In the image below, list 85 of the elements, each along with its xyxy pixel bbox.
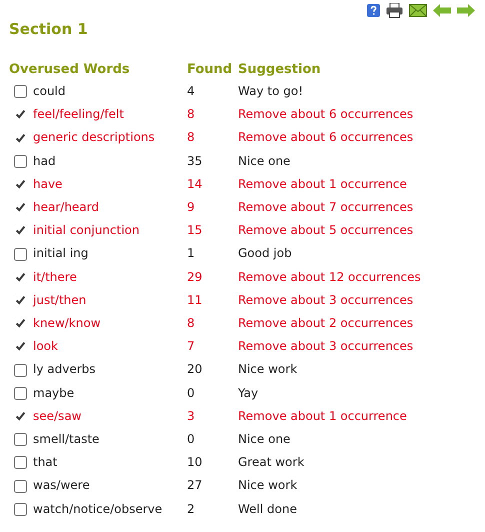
suggestion-text: Remove about 1 occurrence bbox=[238, 408, 408, 425]
checkbox[interactable] bbox=[14, 201, 27, 214]
suggestion-text: Remove about 3 occurrences bbox=[238, 292, 414, 309]
checkbox[interactable] bbox=[14, 108, 27, 122]
word-label: feel/feeling/felt bbox=[33, 106, 124, 124]
found-count: 1 bbox=[187, 245, 196, 262]
checkbox[interactable] bbox=[14, 178, 27, 191]
word-label: initial ing bbox=[33, 245, 88, 262]
checkbox[interactable] bbox=[14, 132, 27, 144]
checkbox[interactable] bbox=[14, 85, 27, 98]
word-label: initial conjunction bbox=[33, 222, 140, 240]
word-label: maybe bbox=[33, 384, 74, 402]
back-arrow-icon[interactable] bbox=[433, 4, 451, 17]
checkbox[interactable] bbox=[14, 456, 27, 470]
found-count: 20 bbox=[187, 361, 204, 378]
found-count: 2 bbox=[187, 500, 196, 518]
found-count: 4 bbox=[187, 83, 196, 100]
suggestion-text: Remove about 12 occurrences bbox=[238, 268, 422, 286]
found-count: 8 bbox=[187, 129, 196, 146]
suggestion-text: Remove about 6 occurrences bbox=[238, 106, 414, 124]
found-count: 27 bbox=[187, 477, 204, 494]
checkbox[interactable] bbox=[14, 294, 27, 307]
checkbox[interactable] bbox=[14, 433, 27, 446]
found-count: 35 bbox=[187, 152, 204, 170]
word-label: watch/notice/observe bbox=[33, 500, 162, 518]
suggestion-text: Remove about 2 occurrences bbox=[238, 315, 414, 332]
found-count: 8 bbox=[187, 315, 196, 332]
word-label: could bbox=[33, 83, 66, 100]
word-label: ly adverbs bbox=[33, 361, 96, 378]
found-count: 11 bbox=[187, 292, 204, 309]
found-count: 15 bbox=[187, 222, 204, 240]
checkbox[interactable] bbox=[14, 410, 27, 423]
forward-arrow-icon[interactable] bbox=[457, 4, 475, 17]
checkbox[interactable] bbox=[14, 386, 27, 400]
word-label: look bbox=[33, 338, 58, 356]
checkbox[interactable] bbox=[14, 270, 27, 284]
word-label: had bbox=[33, 152, 56, 170]
word-label: hear/heard bbox=[33, 199, 99, 216]
found-count: 29 bbox=[187, 268, 204, 286]
found-count: 14 bbox=[187, 176, 204, 193]
suggestion-text: Nice one bbox=[238, 152, 292, 170]
found-count: 7 bbox=[187, 338, 196, 356]
suggestion-text: Yay bbox=[238, 384, 260, 402]
found-count: 0 bbox=[187, 384, 196, 402]
found-count: 8 bbox=[187, 106, 196, 124]
checkbox[interactable] bbox=[14, 340, 27, 354]
suggestion-text: Way to go! bbox=[238, 83, 304, 100]
suggestion-text: Remove about 5 occurrences bbox=[238, 222, 414, 240]
suggestion-text: Remove about 3 occurrences bbox=[238, 338, 414, 356]
found-count: 0 bbox=[187, 431, 196, 448]
word-label: have bbox=[33, 176, 62, 193]
checkbox[interactable] bbox=[14, 248, 27, 261]
checkbox[interactable] bbox=[14, 502, 27, 516]
column-header: Overused Words bbox=[9, 61, 131, 79]
word-label: generic descriptions bbox=[33, 129, 155, 146]
word-label: was/were bbox=[33, 477, 90, 494]
suggestion-text: Nice work bbox=[238, 477, 298, 494]
checkbox[interactable] bbox=[14, 364, 27, 377]
print-icon[interactable] bbox=[386, 3, 403, 18]
found-count: 10 bbox=[187, 454, 204, 472]
word-label: see/saw bbox=[33, 408, 82, 425]
word-label: smell/taste bbox=[33, 431, 100, 448]
checkbox[interactable] bbox=[14, 224, 27, 238]
word-label: it/there bbox=[33, 268, 77, 286]
column-header: Suggestion bbox=[238, 61, 322, 79]
section-title: Section 1 bbox=[9, 20, 89, 38]
word-label: just/then bbox=[33, 292, 86, 309]
envelope-icon[interactable] bbox=[409, 4, 427, 17]
help-icon[interactable] bbox=[367, 4, 380, 17]
suggestion-text: Good job bbox=[238, 245, 293, 262]
column-header: Found bbox=[187, 61, 234, 79]
suggestion-text: Nice work bbox=[238, 361, 298, 378]
suggestion-text: Remove about 6 occurrences bbox=[238, 129, 414, 146]
found-count: 3 bbox=[187, 408, 196, 425]
suggestion-text: Great work bbox=[238, 454, 306, 472]
word-label: that bbox=[33, 454, 58, 472]
suggestion-text: Remove about 7 occurrences bbox=[238, 199, 414, 216]
word-label: knew/know bbox=[33, 315, 101, 332]
suggestion-text: Nice one bbox=[238, 431, 292, 448]
checkbox[interactable] bbox=[14, 154, 27, 168]
found-count: 9 bbox=[187, 199, 196, 216]
suggestion-text: Remove about 1 occurrence bbox=[238, 176, 408, 193]
checkbox[interactable] bbox=[14, 480, 27, 493]
checkbox[interactable] bbox=[14, 317, 27, 330]
suggestion-text: Well done bbox=[238, 500, 298, 518]
